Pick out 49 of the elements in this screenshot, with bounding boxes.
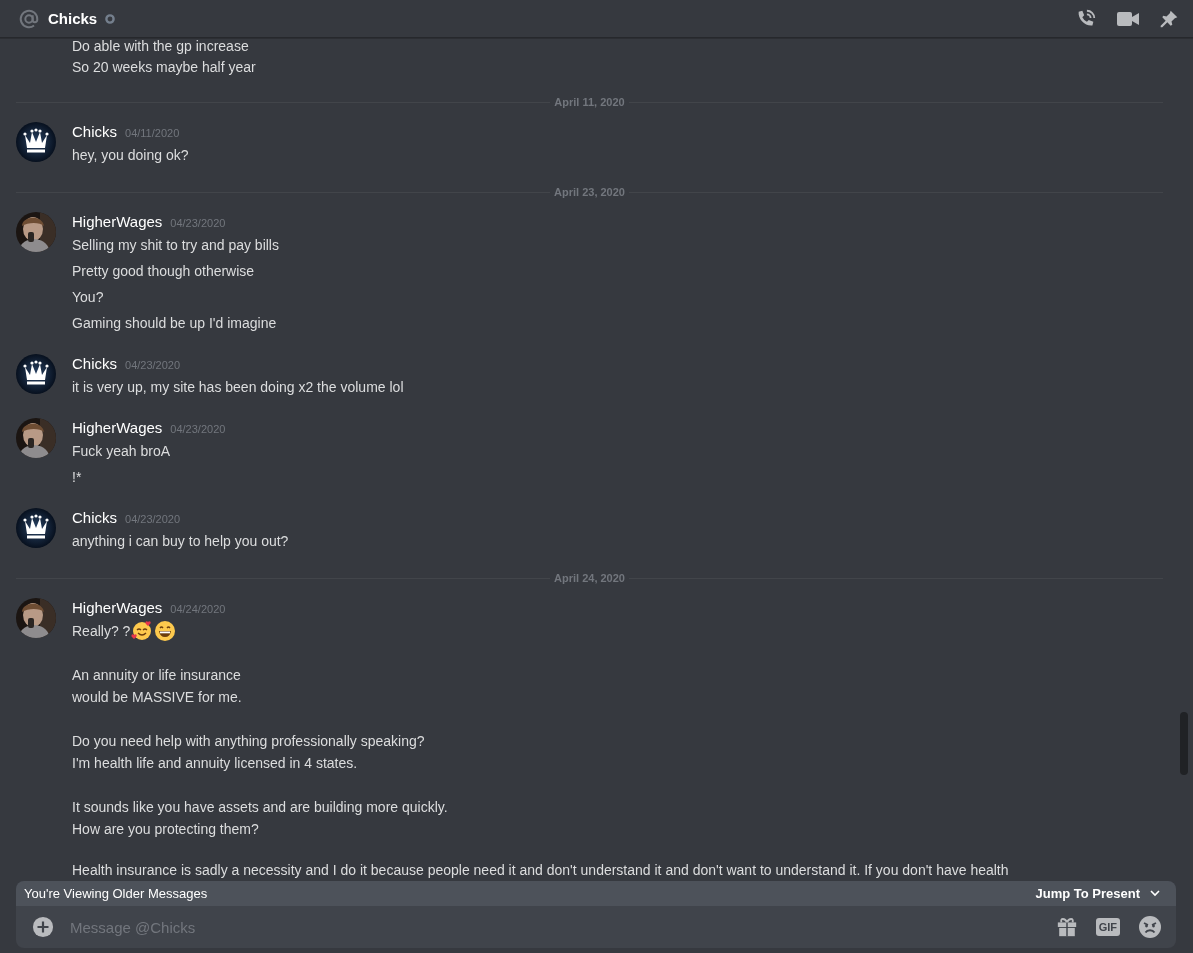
message-timestamp: 04/11/2020 xyxy=(125,126,180,141)
crown-avatar-icon[interactable] xyxy=(16,354,56,394)
message-text: Selling my shit to try and pay bills xyxy=(72,236,279,255)
message-timestamp: 04/23/2020 xyxy=(125,512,181,527)
smiling-face-with-hearts-icon xyxy=(131,620,154,642)
message-text: How are you protecting them? xyxy=(72,820,259,839)
message-text: Do able with the gp increase xyxy=(72,38,249,54)
message-timestamp: 04/23/2020 xyxy=(170,422,226,437)
message-text: Do you need help with anything professionally speaking? xyxy=(72,732,425,751)
author-name[interactable]: Chicks xyxy=(72,507,117,529)
message-text: it is very up, my site has been doing x2 the volume lol xyxy=(72,378,404,397)
video-camera-icon[interactable] xyxy=(1117,10,1139,27)
message-text: !* xyxy=(72,468,82,487)
add-attachment-icon[interactable] xyxy=(32,916,54,938)
message-text: Really? ? xyxy=(72,622,131,641)
gif-button[interactable]: GIF xyxy=(1095,918,1120,936)
message-text: hey, you doing ok? xyxy=(72,146,189,165)
message-timestamp: 04/23/2020 xyxy=(125,358,181,373)
author-name[interactable]: Chicks xyxy=(72,353,117,375)
emoji-face-icon[interactable] xyxy=(1138,915,1162,939)
crown-avatar-icon[interactable] xyxy=(16,508,56,548)
message-text: would be MASSIVE for me. xyxy=(72,688,242,707)
grinning-face-icon xyxy=(154,620,177,642)
channel-title: Chicks xyxy=(48,10,98,27)
message-timestamp: 04/23/2020 xyxy=(170,216,226,231)
jump-to-present-button[interactable]: Jump To Present xyxy=(1035,886,1160,901)
message-text: anything i can buy to help you out? xyxy=(72,532,289,551)
scrollbar-thumb[interactable] xyxy=(1180,712,1188,775)
message-text: Fuck yeah broA xyxy=(72,442,171,461)
chevron-down-icon xyxy=(1150,890,1160,897)
author-name[interactable]: HigherWages xyxy=(72,417,163,439)
gift-icon[interactable] xyxy=(1055,916,1078,938)
author-name[interactable]: Chicks xyxy=(72,121,117,143)
offline-status-icon xyxy=(105,13,116,24)
message-text: Pretty good though otherwise xyxy=(72,262,255,281)
message-text: I'm health life and annuity licensed in 4 states. xyxy=(72,754,358,773)
message-text: You? xyxy=(72,288,104,307)
pin-icon[interactable] xyxy=(1159,8,1179,29)
message-text: So 20 weeks maybe half year xyxy=(72,58,256,77)
author-name[interactable]: HigherWages xyxy=(72,597,163,619)
crown-avatar-icon[interactable] xyxy=(16,122,56,162)
message-text: Gaming should be up I'd imagine xyxy=(72,314,277,333)
author-name[interactable]: HigherWages xyxy=(72,211,163,233)
message-timestamp: 04/24/2020 xyxy=(170,602,226,617)
message-text: Health insurance is sadly a necessity and I do it because people need it and don't understand it and don't want to understand it. If you don't have health xyxy=(72,862,1009,878)
message-text: It sounds like you have assets and are building more quickly. xyxy=(72,798,448,817)
older-messages-notice: You're Viewing Older Messages xyxy=(24,886,208,901)
message-text: An annuity or life insurance xyxy=(72,666,241,685)
at-sign-icon xyxy=(18,7,40,30)
